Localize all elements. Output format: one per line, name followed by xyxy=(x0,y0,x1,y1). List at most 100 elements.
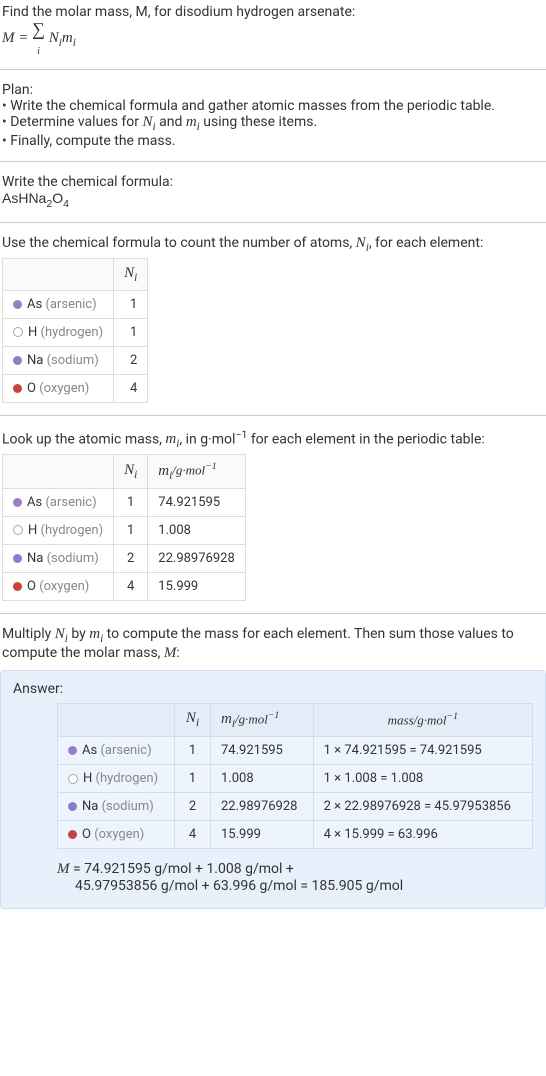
plan-heading: Plan: xyxy=(2,82,544,98)
element-dot-icon xyxy=(13,327,23,337)
divider xyxy=(0,415,546,416)
divider xyxy=(0,222,546,223)
cell-mass: 1 × 74.921595 = 74.921595 xyxy=(313,737,532,765)
cell-element: O (oxygen) xyxy=(3,572,114,600)
intro-text: Find the molar mass, M, for disodium hyd… xyxy=(2,4,544,20)
table-row: Na (sodium) 2 xyxy=(3,346,148,374)
element-dot-icon xyxy=(68,802,77,811)
element-dot-icon xyxy=(13,582,22,591)
cell-N: 1 xyxy=(175,765,211,793)
masses-block: Look up the atomic mass, mi, in g·mol−1 … xyxy=(0,424,546,605)
cell-element: H (hydrogen) xyxy=(3,318,114,346)
table-row: As (arsenic)174.9215951 × 74.921595 = 74… xyxy=(58,737,533,765)
element-symbol: H xyxy=(83,771,92,786)
table-row: As (arsenic) 1 xyxy=(3,290,148,318)
col-N: Ni xyxy=(114,455,148,488)
sigma-icon: ∑ xyxy=(32,19,45,39)
cell-m: 1.008 xyxy=(210,765,313,793)
table-row: O (oxygen)4 xyxy=(3,374,148,402)
cell-element: H (hydrogen) xyxy=(58,765,175,793)
cell-element: As (arsenic) xyxy=(58,737,175,765)
cell-element: Na (sodium) xyxy=(58,793,175,821)
element-name: (arsenic) xyxy=(45,297,96,312)
divider xyxy=(0,613,546,614)
cell-element: As (arsenic) xyxy=(3,488,114,516)
molar-mass-formula: M = ∑ i Nimi xyxy=(2,20,544,57)
plan-item-1-text: Write the chemical formula and gather at… xyxy=(10,98,495,114)
cell-m: 15.999 xyxy=(210,821,313,849)
element-name: (oxygen) xyxy=(94,827,144,842)
element-symbol: O xyxy=(27,381,36,396)
intro-line1: Find the molar mass, M, for disodium hyd… xyxy=(2,4,355,20)
col-m: mi/g·mol−1 xyxy=(210,703,313,736)
count-heading: Use the chemical formula to count the nu… xyxy=(2,235,544,254)
col-element xyxy=(3,258,114,290)
element-symbol: O xyxy=(82,827,91,842)
divider xyxy=(0,69,546,70)
plan-item-1: • Write the chemical formula and gather … xyxy=(2,98,544,114)
final-line1: M = 74.921595 g/mol + 1.008 g/mol + xyxy=(57,861,533,878)
plan-block: Plan: • Write the chemical formula and g… xyxy=(0,78,546,153)
chem-formula-heading: Write the chemical formula: xyxy=(2,174,544,190)
plan-item-2-text: Determine values for Ni and mi using the… xyxy=(10,114,317,130)
cell-mass: 1 × 1.008 = 1.008 xyxy=(313,765,532,793)
table-row: Na (sodium)222.98976928 xyxy=(3,544,246,572)
table-row: H (hydrogen)1 xyxy=(3,318,148,346)
cell-m: 15.999 xyxy=(148,572,246,600)
cell-N: 2 xyxy=(114,346,148,374)
table-row: O (oxygen)415.999 xyxy=(3,572,246,600)
table-row: Na (sodium)222.989769282 × 22.98976928 =… xyxy=(58,793,533,821)
element-symbol: As xyxy=(82,743,97,758)
formula-NiMi: Nimi xyxy=(49,30,76,46)
element-dot-icon xyxy=(13,554,22,563)
masses-heading: Look up the atomic mass, mi, in g·mol−1 … xyxy=(2,428,544,451)
cell-N: 1 xyxy=(114,318,148,346)
answer-block: Answer: Ni mi/g·mol−1 mass/g·mol−1 As (a… xyxy=(0,670,546,909)
cell-m: 22.98976928 xyxy=(210,793,313,821)
cell-N: 4 xyxy=(114,572,148,600)
element-symbol: As xyxy=(27,297,42,312)
cell-element: O (oxygen) xyxy=(3,374,114,402)
plan-item-2: • Determine values for Ni and mi using t… xyxy=(2,114,544,133)
element-symbol: Na xyxy=(27,551,43,566)
col-element xyxy=(3,455,114,488)
table-header-row: Ni mi/g·mol−1 mass/g·mol−1 xyxy=(58,703,533,736)
element-dot-icon xyxy=(13,525,23,535)
col-N: Ni xyxy=(114,258,148,290)
element-name: (sodium) xyxy=(47,353,99,368)
col-mass: mass/g·mol−1 xyxy=(313,703,532,736)
cell-element: Na (sodium) xyxy=(3,544,114,572)
element-dot-icon xyxy=(68,774,78,784)
element-name: (sodium) xyxy=(47,551,99,566)
cell-m: 74.921595 xyxy=(148,488,246,516)
element-dot-icon xyxy=(13,356,22,365)
plan-item-3-text: Finally, compute the mass. xyxy=(10,133,175,149)
element-dot-icon xyxy=(68,830,77,839)
cell-m: 74.921595 xyxy=(210,737,313,765)
element-dot-icon xyxy=(13,498,22,507)
element-dot-icon xyxy=(68,746,77,755)
chem-formula-value: AsHNa2O4 xyxy=(2,190,544,210)
multiply-block: Multiply Ni by mi to compute the mass fo… xyxy=(0,622,546,666)
sigma-index: i xyxy=(37,46,40,57)
intro-block: Find the molar mass, M, for disodium hyd… xyxy=(0,0,546,61)
count-block: Use the chemical formula to count the nu… xyxy=(0,231,546,407)
cell-mass: 4 × 15.999 = 63.996 xyxy=(313,821,532,849)
element-name: (hydrogen) xyxy=(41,523,104,538)
cell-element: H (hydrogen) xyxy=(3,516,114,544)
element-name: (hydrogen) xyxy=(96,771,159,786)
element-symbol: Na xyxy=(27,353,43,368)
element-name: (oxygen) xyxy=(39,579,89,594)
cell-N: 1 xyxy=(114,516,148,544)
element-symbol: H xyxy=(28,523,37,538)
element-dot-icon xyxy=(13,300,22,309)
multiply-heading: Multiply Ni by mi to compute the mass fo… xyxy=(2,626,544,662)
table-header-row: Ni xyxy=(3,258,148,290)
element-symbol: Na xyxy=(82,799,98,814)
final-line2: 45.97953856 g/mol + 63.996 g/mol = 185.9… xyxy=(57,878,533,894)
count-table: Ni As (arsenic) 1 H (hydrogen)1 Na (sodiu… xyxy=(2,258,148,403)
element-name: (oxygen) xyxy=(39,381,89,396)
final-sum: M = 74.921595 g/mol + 1.008 g/mol + 45.9… xyxy=(57,861,533,894)
cell-N: 1 xyxy=(114,290,148,318)
cell-m: 1.008 xyxy=(148,516,246,544)
